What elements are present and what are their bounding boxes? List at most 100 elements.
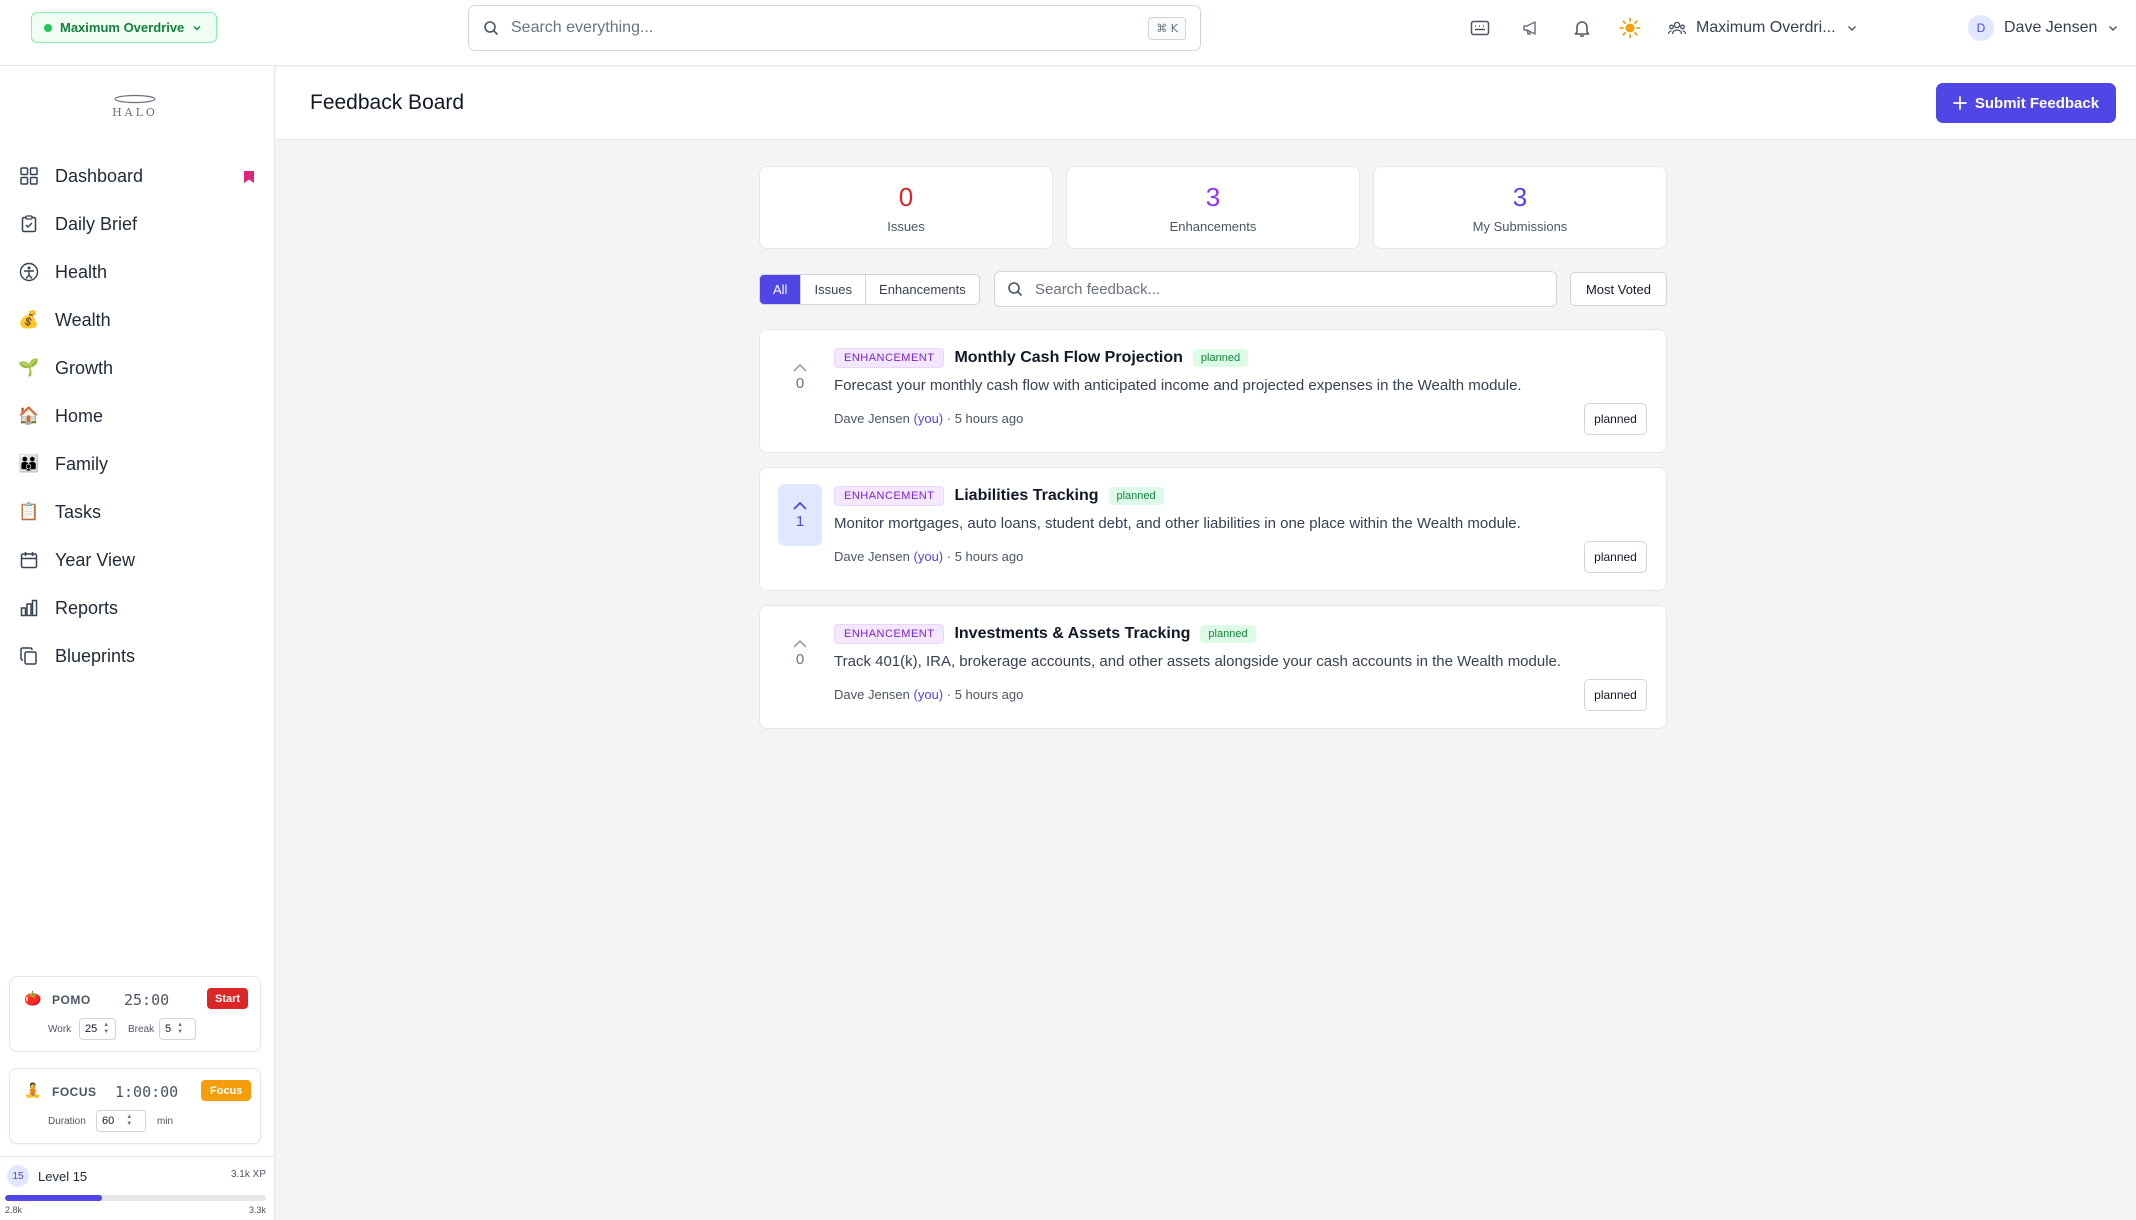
search-icon	[484, 21, 499, 36]
page-header: Feedback Board Submit Feedback	[276, 67, 2136, 140]
sidebar-item-wealth[interactable]: 💰 Wealth	[0, 296, 275, 344]
timestamp: · 5 hours ago	[946, 687, 1024, 702]
plus-icon	[1952, 96, 1967, 110]
stat-label: Issues	[887, 219, 925, 234]
break-stepper[interactable]: 5 ▲ ▼	[159, 1018, 196, 1040]
bar-chart-icon	[19, 598, 39, 618]
stat-card-my-submissions: 3 My Submissions	[1373, 166, 1667, 249]
keyboard-icon[interactable]	[1467, 15, 1493, 41]
sidebar-item-reports[interactable]: Reports	[0, 584, 275, 632]
focus-title: FOCUS	[52, 1085, 97, 1099]
feedback-title[interactable]: Liabilities Tracking	[954, 487, 1098, 505]
feedback-search-input[interactable]: Search feedback...	[994, 271, 1557, 307]
user-name: Dave Jensen	[2004, 19, 2098, 36]
xp-progress-fill	[5, 1195, 102, 1201]
global-search-placeholder: Search everything...	[511, 19, 654, 36]
feedback-description: Forecast your monthly cash flow with ant…	[834, 377, 1522, 394]
stat-label: Enhancements	[1169, 219, 1257, 234]
duration-value: 60	[102, 1115, 115, 1127]
status-select[interactable]: planned	[1584, 541, 1647, 573]
xp-min: 2.8k	[5, 1205, 23, 1215]
sidebar: HALO Dashboard Daily Brief Health 💰 Weal…	[0, 66, 275, 1220]
meditation-icon: 🧘	[24, 1082, 42, 1098]
sidebar-item-year-view[interactable]: Year View	[0, 536, 275, 584]
chevron-down-icon	[2109, 26, 2118, 31]
filter-tabs: All Issues Enhancements	[759, 274, 980, 305]
status-badge: planned	[1192, 349, 1249, 367]
level-badge: 15	[7, 1165, 29, 1187]
user-menu[interactable]: D Dave Jensen	[1968, 14, 2119, 42]
feedback-title[interactable]: Monthly Cash Flow Projection	[954, 349, 1182, 367]
stepper-arrows-icon[interactable]: ▲ ▼	[175, 1022, 185, 1036]
sidebar-nav: Dashboard Daily Brief Health 💰 Wealth 🌱 …	[0, 152, 275, 680]
feedback-title[interactable]: Investments & Assets Tracking	[954, 625, 1190, 643]
stat-label: My Submissions	[1472, 219, 1568, 234]
you-marker: (you)	[913, 687, 944, 702]
seedling-icon: 🌱	[18, 358, 40, 377]
chevron-up-icon	[793, 501, 807, 510]
duration-stepper[interactable]: 60 ▲ ▼	[96, 1110, 146, 1132]
category-badge: ENHANCEMENT	[834, 624, 945, 644]
tab-all[interactable]: All	[760, 275, 801, 304]
bell-icon[interactable]	[1569, 15, 1595, 41]
pomo-title: POMO	[52, 993, 91, 1007]
sidebar-item-label: Health	[55, 261, 108, 282]
tab-enhancements[interactable]: Enhancements	[865, 275, 979, 304]
family-icon: 👪	[18, 454, 40, 473]
timestamp: · 5 hours ago	[946, 549, 1024, 564]
vote-count: 1	[795, 512, 805, 530]
sort-select[interactable]: Most Voted	[1570, 272, 1667, 306]
sun-icon[interactable]	[1617, 15, 1643, 41]
stat-card-issues: 0 Issues	[759, 166, 1053, 249]
upvote-button[interactable]: 0	[778, 346, 822, 408]
chevron-up-icon	[793, 363, 807, 372]
pomo-timer: 25:00	[124, 991, 170, 1009]
avatar: D	[1968, 15, 1994, 41]
wellness-icon	[19, 262, 39, 282]
feedback-header: ENHANCEMENT Investments & Assets Trackin…	[834, 624, 1256, 644]
stepper-arrows-icon[interactable]: ▲ ▼	[101, 1022, 111, 1036]
feedback-description: Monitor mortgages, auto loans, student d…	[834, 515, 1521, 532]
work-stepper[interactable]: 25 ▲ ▼	[79, 1018, 116, 1040]
global-search[interactable]: Search everything... ⌘ K	[468, 5, 1201, 51]
you-marker: (you)	[913, 549, 944, 564]
tab-issues[interactable]: Issues	[800, 275, 865, 304]
feedback-item: 0 ENHANCEMENT Monthly Cash Flow Projecti…	[759, 329, 1667, 453]
sidebar-item-family[interactable]: 👪 Family	[0, 440, 275, 488]
stepper-arrows-icon[interactable]: ▲ ▼	[124, 1114, 134, 1128]
stat-value: 3	[1512, 182, 1528, 212]
sidebar-item-label: Blueprints	[55, 645, 136, 666]
sidebar-item-label: Family	[55, 453, 108, 474]
status-select[interactable]: planned	[1584, 679, 1647, 711]
upvote-button[interactable]: 1	[778, 484, 822, 546]
notepad-icon: 📋	[18, 502, 40, 521]
sidebar-item-label: Reports	[55, 597, 119, 618]
halo-ring-icon	[114, 94, 156, 103]
halo-logo[interactable]: HALO	[108, 86, 162, 126]
sidebar-item-blueprints[interactable]: Blueprints	[0, 632, 275, 680]
sidebar-item-dashboard[interactable]: Dashboard	[0, 152, 275, 200]
sidebar-item-growth[interactable]: 🌱 Growth	[0, 344, 275, 392]
grid-icon	[19, 166, 39, 186]
sidebar-item-tasks[interactable]: 📋 Tasks	[0, 488, 275, 536]
feedback-item: 0 ENHANCEMENT Investments & Assets Track…	[759, 605, 1667, 729]
work-label: Work	[48, 1024, 72, 1035]
bookmark-icon[interactable]	[243, 168, 255, 189]
workspace-switcher[interactable]: Maximum Overdri...	[1668, 14, 1858, 42]
focus-button[interactable]: Focus	[201, 1080, 252, 1101]
mode-label: Maximum Overdrive	[60, 20, 185, 35]
page-title: Feedback Board	[310, 91, 465, 114]
chevron-down-icon	[1847, 26, 1856, 31]
sidebar-item-home[interactable]: 🏠 Home	[0, 392, 275, 440]
status-select[interactable]: planned	[1584, 403, 1647, 435]
upvote-button[interactable]: 0	[778, 622, 822, 684]
pomo-start-button[interactable]: Start	[207, 988, 249, 1009]
author-name: Dave Jensen	[834, 687, 910, 702]
submit-feedback-button[interactable]: Submit Feedback	[1936, 83, 2116, 123]
sidebar-item-daily-brief[interactable]: Daily Brief	[0, 200, 275, 248]
author-name: Dave Jensen	[834, 549, 910, 564]
megaphone-icon[interactable]	[1518, 15, 1544, 41]
sidebar-item-health[interactable]: Health	[0, 248, 275, 296]
mode-selector[interactable]: Maximum Overdrive	[31, 12, 218, 43]
feedback-header: ENHANCEMENT Liabilities Tracking planned	[834, 486, 1164, 506]
